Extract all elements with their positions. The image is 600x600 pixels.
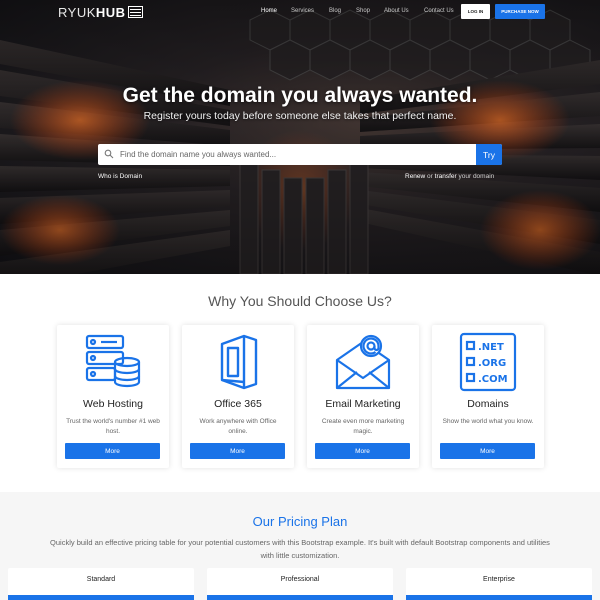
server-database-icon (85, 334, 141, 388)
card-description: Create even more marketing magic. (321, 418, 405, 435)
pricing-heading: Our Pricing Plan (252, 514, 348, 529)
renew-link[interactable]: Renew (405, 173, 425, 180)
nav-about-us[interactable]: About Us (384, 8, 409, 14)
purchase-now-button[interactable]: PURCHASE NOW (495, 4, 545, 19)
tld-org: .ORG (478, 358, 506, 369)
nav-services[interactable]: Services (291, 8, 314, 14)
tld-net: .NET (478, 342, 504, 353)
logo[interactable]: RYUK HUB (58, 4, 143, 20)
why-choose-us-heading: Why You Should Choose Us? (208, 293, 392, 309)
logo-text-bold: HUB (95, 4, 126, 20)
domain-search-input[interactable] (120, 144, 472, 165)
card-title: Email Marketing (325, 398, 401, 410)
office-365-icon (220, 334, 258, 390)
more-button[interactable]: More (440, 443, 535, 459)
more-button[interactable]: More (315, 443, 410, 459)
nav-blog[interactable]: Blog (329, 8, 341, 14)
search-icon (104, 149, 114, 159)
feature-card-domains: .NET .ORG .COM Domains Show the world wh… (432, 325, 544, 468)
more-button[interactable]: More (190, 443, 285, 459)
card-description: Trust the world's number #1 web host. (66, 418, 160, 435)
feature-card-email-marketing: Email Marketing Create even more marketi… (307, 325, 419, 468)
hero-title: Get the domain you always wanted. (122, 84, 478, 107)
card-description: Work anywhere with Office online. (199, 418, 277, 435)
transfer-link[interactable]: transfer (435, 173, 457, 180)
more-button[interactable]: More (65, 443, 160, 459)
feature-card-office-365: Office 365 Work anywhere with Office onl… (182, 325, 294, 468)
plan-name: Standard (86, 576, 116, 583)
plan-name: Enterprise (483, 576, 515, 583)
nav-contact-us[interactable]: Contact Us (424, 8, 454, 14)
card-title: Office 365 (214, 398, 262, 410)
pricing-description: Quickly build an effective pricing table… (50, 538, 550, 560)
plan-card-professional: Professional (207, 568, 393, 600)
top-navbar: RYUK HUB Home Services Blog Shop About U… (0, 0, 600, 26)
who-is-domain-link[interactable]: Who is Domain (98, 173, 142, 180)
login-button[interactable]: LOG IN (461, 4, 490, 19)
renew-transfer-text: Renew or transfer your domain (405, 173, 495, 180)
card-description: Show the world what you know. (442, 418, 534, 425)
domain-search-box (98, 144, 502, 165)
domains-list-icon: .NET .ORG .COM (459, 332, 517, 392)
plan-card-enterprise: Enterprise (406, 568, 592, 600)
server-logo-icon (127, 6, 143, 18)
card-title: Web Hosting (83, 398, 143, 410)
email-envelope-icon (335, 334, 391, 390)
try-button[interactable]: Try (476, 144, 502, 165)
tld-com: .COM (478, 374, 508, 385)
hero-subtitle: Register yours today before someone else… (143, 110, 457, 122)
nav-shop[interactable]: Shop (356, 8, 370, 14)
plan-card-standard: Standard (8, 568, 194, 600)
hero-section (0, 0, 600, 274)
feature-card-web-hosting: Web Hosting Trust the world's number #1 … (57, 325, 169, 468)
nav-home[interactable]: Home (261, 8, 277, 14)
logo-text-light: RYUK (58, 4, 96, 20)
card-title: Domains (467, 398, 509, 410)
plan-name: Professional (280, 576, 320, 583)
